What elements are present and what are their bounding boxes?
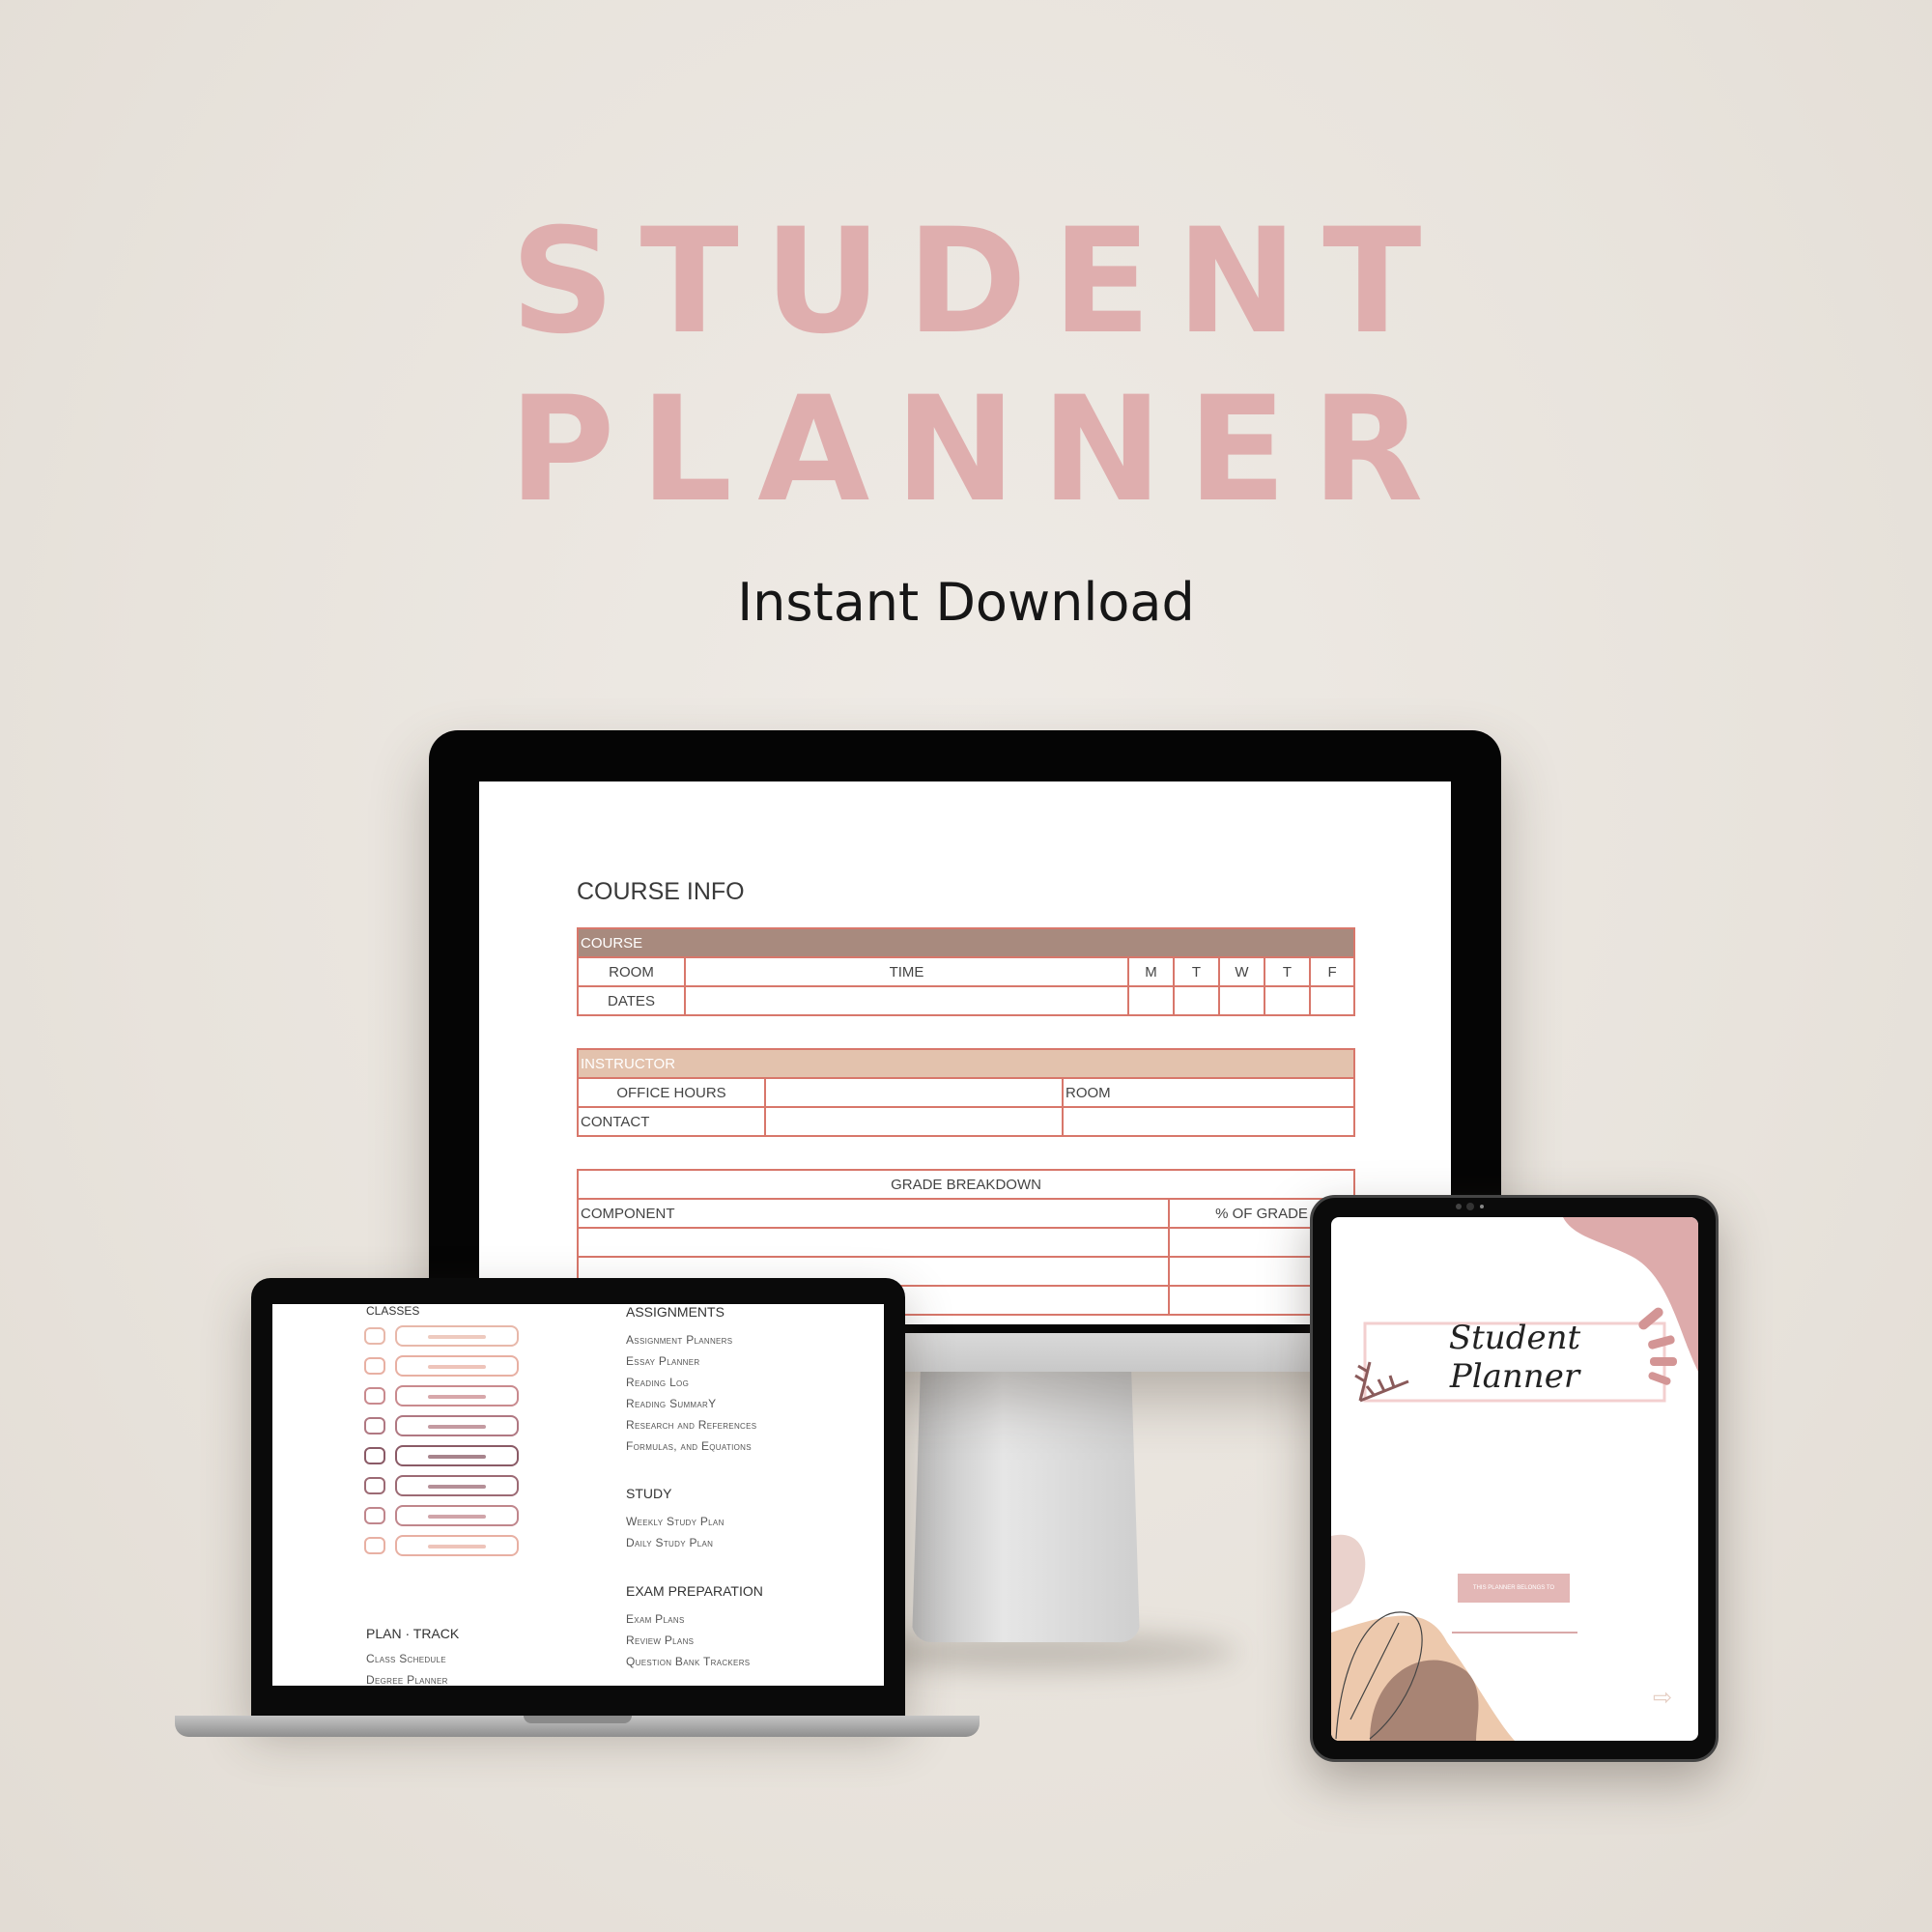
link-essay-planner[interactable]: Essay Planner [626, 1354, 699, 1368]
dates-label: DATES [577, 985, 686, 1016]
scribble-mark [428, 1515, 486, 1519]
day-cell[interactable] [1264, 985, 1311, 1016]
component-label: COMPONENT [577, 1198, 1170, 1229]
plan-track-heading: PLAN · TRACK [366, 1626, 460, 1641]
scribble-mark [428, 1365, 486, 1369]
class-item[interactable] [364, 1505, 528, 1526]
belongs-to-label: THIS PLANNER BELONGS TO [1458, 1574, 1570, 1603]
exam-heading: EXAM PREPARATION [626, 1583, 763, 1599]
scribble-mark [428, 1395, 486, 1399]
grade-header: GRADE BREAKDOWN [576, 1169, 1356, 1200]
day-fri[interactable]: F [1308, 956, 1356, 987]
class-checkbox[interactable] [364, 1477, 385, 1494]
day-thu[interactable]: T [1264, 956, 1311, 987]
office-hours-field[interactable] [764, 1077, 1064, 1108]
link-class-schedule[interactable]: Class Schedule [366, 1652, 446, 1665]
class-label-box [395, 1415, 519, 1436]
class-item[interactable] [364, 1445, 528, 1466]
class-item[interactable] [364, 1325, 528, 1347]
study-heading: STUDY [626, 1486, 672, 1501]
class-label-box [395, 1535, 519, 1556]
class-item[interactable] [364, 1355, 528, 1377]
arrow-right-icon[interactable]: ⇨ [1653, 1684, 1672, 1712]
day-cell[interactable] [1218, 985, 1265, 1016]
class-checkbox[interactable] [364, 1357, 385, 1375]
instructor-table: INSTRUCTOR OFFICE HOURS ROOM CONTACT [577, 1048, 1355, 1137]
class-label-box [395, 1445, 519, 1466]
camera-icon [1456, 1203, 1484, 1210]
subtitle: Instant Download [737, 572, 1195, 633]
laptop-notch [524, 1716, 632, 1723]
tablet-screen: Student Planner THIS PLANNER BELONGS TO … [1331, 1217, 1698, 1741]
link-daily-study[interactable]: Daily Study Plan [626, 1536, 713, 1549]
instructor-room-field[interactable]: ROOM [1062, 1077, 1355, 1108]
contact-field-2[interactable] [1062, 1106, 1355, 1137]
contact-field[interactable] [764, 1106, 1064, 1137]
page-title: STUDENT PLANNER [508, 198, 1449, 534]
grade-cell[interactable] [577, 1227, 1170, 1258]
room-label: ROOM [577, 956, 686, 987]
class-label-box [395, 1325, 519, 1347]
laptop: CLASSES PLAN · TRACK Class Schedule Degr… [251, 1278, 905, 1718]
cover-title: Student Planner [1448, 1319, 1581, 1396]
scribble-mark [428, 1455, 486, 1459]
time-label[interactable]: TIME [684, 956, 1129, 987]
class-label-box [395, 1505, 519, 1526]
scribble-mark [428, 1425, 486, 1429]
day-cell[interactable] [1308, 985, 1356, 1016]
day-cell[interactable] [1173, 985, 1220, 1016]
link-formulas[interactable]: Formulas, and Equations [626, 1439, 752, 1453]
laptop-screen: CLASSES PLAN · TRACK Class Schedule Degr… [272, 1304, 884, 1686]
class-item[interactable] [364, 1385, 528, 1406]
scribble-mark [428, 1545, 486, 1548]
class-label-box [395, 1475, 519, 1496]
office-hours-label: OFFICE HOURS [577, 1077, 766, 1108]
class-checkbox[interactable] [364, 1417, 385, 1435]
class-checkbox[interactable] [364, 1327, 385, 1345]
monitor-screen: COURSE INFO COURSE ROOM TIME MTWTF DATES … [479, 781, 1451, 1324]
class-label-box [395, 1355, 519, 1377]
tablet: Student Planner THIS PLANNER BELONGS TO … [1310, 1195, 1719, 1762]
class-item[interactable] [364, 1535, 528, 1556]
class-item[interactable] [364, 1475, 528, 1496]
day-cell[interactable] [1127, 985, 1175, 1016]
sparkle-icon [1638, 1307, 1677, 1385]
link-assignment-planners[interactable]: Assignment Planners [626, 1333, 732, 1347]
contact-label: CONTACT [577, 1106, 766, 1137]
class-label-box [395, 1385, 519, 1406]
link-degree-planner[interactable]: Degree Planner [366, 1673, 448, 1686]
course-info-title: COURSE INFO [577, 878, 745, 905]
day-wed[interactable]: W [1218, 956, 1265, 987]
left-blob [1331, 1534, 1366, 1613]
link-reading-summary[interactable]: Reading SummarY [626, 1397, 716, 1410]
class-checkbox[interactable] [364, 1507, 385, 1524]
link-exam-plans[interactable]: Exam Plans [626, 1612, 685, 1626]
assignments-heading: ASSIGNMENTS [626, 1304, 724, 1320]
day-tue[interactable]: T [1173, 956, 1220, 987]
cover-decoration [1331, 1217, 1698, 1741]
instructor-header: INSTRUCTOR [577, 1048, 1355, 1079]
link-reading-log[interactable]: Reading Log [626, 1376, 689, 1389]
day-mon[interactable]: M [1127, 956, 1175, 987]
course-header: COURSE [576, 927, 1356, 958]
class-item[interactable] [364, 1415, 528, 1436]
monitor-stand [912, 1352, 1140, 1642]
link-review-plans[interactable]: Review Plans [626, 1634, 694, 1647]
scribble-mark [428, 1335, 486, 1339]
scribble-mark [428, 1485, 486, 1489]
class-checkbox[interactable] [364, 1537, 385, 1554]
classes-heading: CLASSES [366, 1304, 420, 1318]
dates-field[interactable] [684, 985, 1129, 1016]
link-weekly-study[interactable]: Weekly Study Plan [626, 1515, 724, 1528]
class-checkbox[interactable] [364, 1447, 385, 1464]
link-research[interactable]: Research and References [626, 1418, 756, 1432]
link-question-bank[interactable]: Question Bank Trackers [626, 1655, 750, 1668]
course-table: COURSE ROOM TIME MTWTF DATES [576, 927, 1356, 1016]
class-checkbox[interactable] [364, 1387, 385, 1405]
